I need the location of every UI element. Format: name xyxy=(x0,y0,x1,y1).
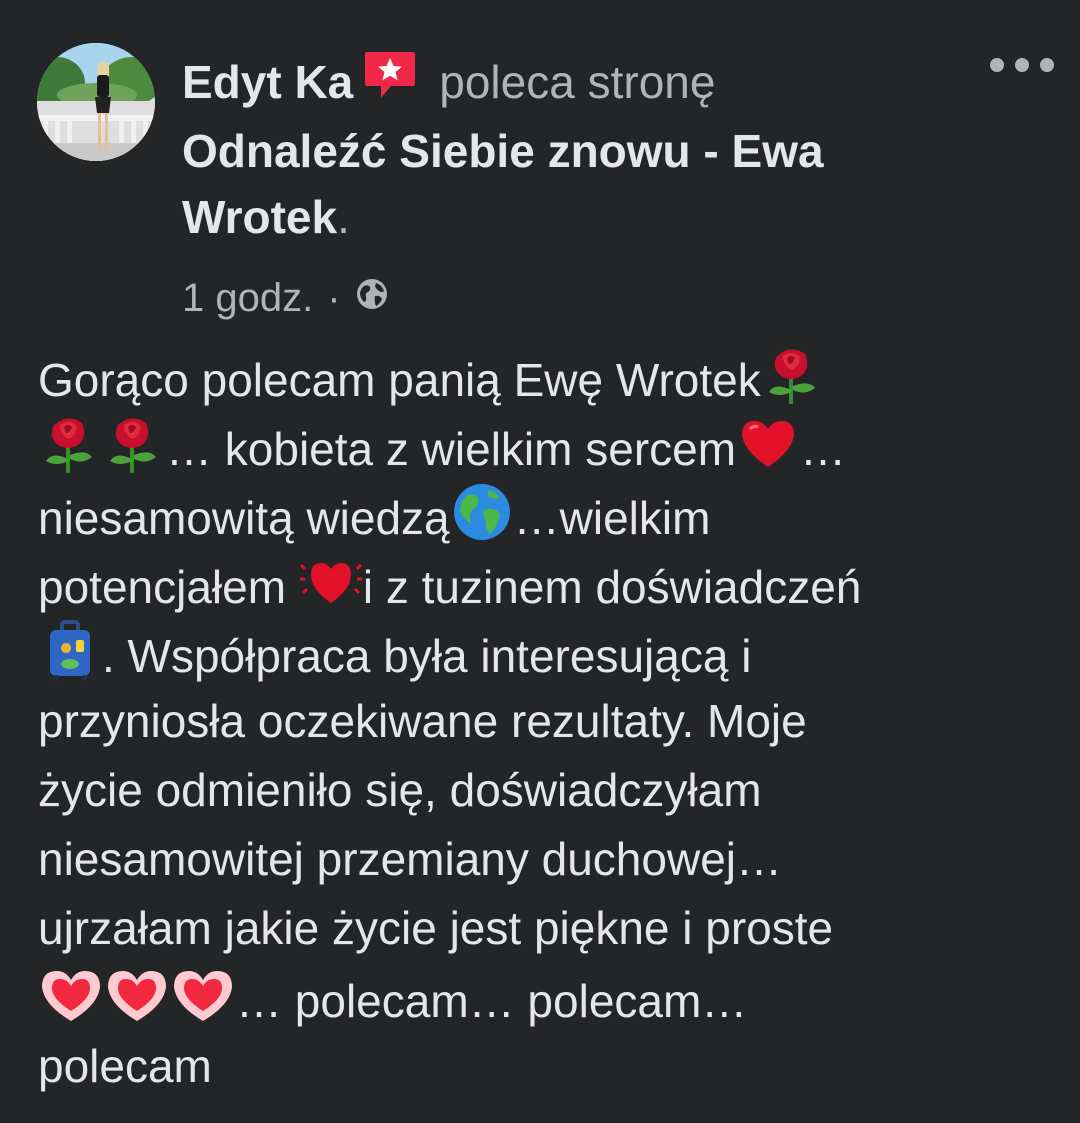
more-dot xyxy=(1015,58,1029,72)
body-line: potencjałem i z tuzinem doświadczeń xyxy=(38,549,1048,618)
action-text: poleca stronę xyxy=(439,56,716,108)
body-text: niesamowitej przemiany duchowej… xyxy=(38,833,782,885)
body-text: … polecam… polecam… xyxy=(236,975,748,1027)
body-text: … xyxy=(800,423,847,475)
page-name-period: . xyxy=(337,191,350,243)
body-text: życie odmieniło się, doświadczyłam xyxy=(38,764,762,816)
body-text: Gorąco polecam panią Ewę Wrotek xyxy=(38,354,761,406)
post-card: Edyt Ka poleca stronę Odnaleźć Siebie zno… xyxy=(0,0,1080,1123)
body-text: …wielkim xyxy=(513,492,711,544)
post-body: Gorąco polecam panią Ewę Wrotek … kobiet… xyxy=(38,342,1048,1101)
meta-separator: · xyxy=(327,276,341,320)
recommend-icon xyxy=(363,50,417,114)
body-text: polecam xyxy=(38,1040,212,1092)
page-name-line-2: Wrotek xyxy=(182,191,338,243)
avatar[interactable] xyxy=(37,43,155,161)
more-dot xyxy=(990,58,1004,72)
body-line: … kobieta z wielkim sercem … xyxy=(38,411,1048,480)
timestamp[interactable]: 1 godz. xyxy=(182,274,313,322)
avatar-photo xyxy=(37,43,155,161)
body-text: niesamowitą wiedzą xyxy=(38,492,450,544)
body-text: przyniosła oczekiwane rezultaty. Moje xyxy=(38,695,807,747)
body-line: niesamowitą wiedzą …wielkim xyxy=(38,480,1048,549)
post-header: Edyt Ka poleca stronę Odnaleźć Siebie zno… xyxy=(182,50,982,322)
body-line: ujrzałam jakie życie jest piękne i prost… xyxy=(38,894,1048,963)
body-line: polecam xyxy=(38,1032,1048,1101)
body-line: . Współpraca była interesującą i xyxy=(38,618,1048,687)
more-dot xyxy=(1040,58,1054,72)
post-meta: 1 godz. · xyxy=(182,274,982,322)
body-line: przyniosła oczekiwane rezultaty. Moje xyxy=(38,687,1048,756)
body-text: . Współpraca była interesującą i xyxy=(102,630,752,682)
body-line: Gorąco polecam panią Ewę Wrotek xyxy=(38,342,1048,411)
author-line: Edyt Ka poleca stronę xyxy=(182,50,982,114)
body-line: … polecam… polecam… xyxy=(38,963,1048,1032)
page-name-line-1: Odnaleźć Siebie znowu - Ewa xyxy=(182,125,824,177)
more-options-button[interactable] xyxy=(990,48,1054,82)
body-text: potencjałem xyxy=(38,561,299,613)
red-heart-emoji xyxy=(736,411,800,494)
body-text: i z tuzinem doświadczeń xyxy=(362,561,862,613)
body-text: … kobieta z wielkim sercem xyxy=(166,423,737,475)
body-text: ujrzałam jakie życie jest piękne i prost… xyxy=(38,902,834,954)
recommended-page-link[interactable]: Odnaleźć Siebie znowu - Ewa Wrotek. xyxy=(182,118,982,250)
body-line: życie odmieniło się, doświadczyłam xyxy=(38,756,1048,825)
globe-icon[interactable] xyxy=(355,274,389,322)
author-name[interactable]: Edyt Ka xyxy=(182,56,353,108)
body-line: niesamowitej przemiany duchowej… xyxy=(38,825,1048,894)
